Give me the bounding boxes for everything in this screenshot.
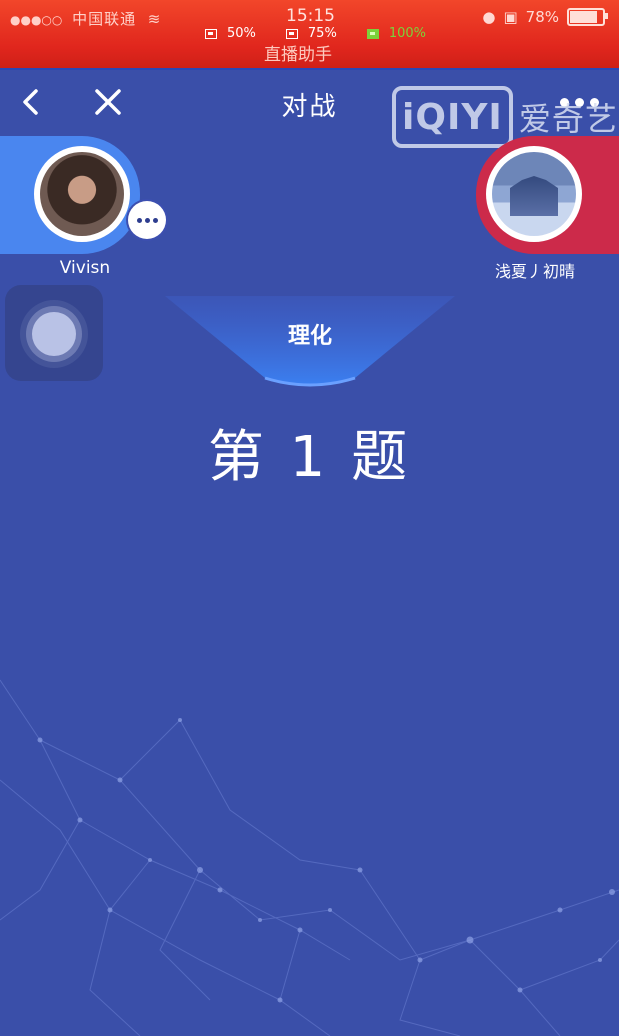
player-right-avatar[interactable]: [486, 146, 582, 242]
player-left-avatar[interactable]: [34, 146, 130, 242]
question-number: 第 1 题: [207, 425, 412, 490]
meter-icon: [205, 28, 217, 39]
app-name: 直播助手: [264, 45, 332, 65]
carrier-info: ●●●○○ 中国联通 ≋: [10, 8, 161, 29]
meter-battery: 100%: [366, 26, 426, 41]
assistive-knob-icon: [32, 312, 76, 356]
meter-icon: [285, 28, 298, 39]
meter-memory: 75%: [285, 26, 337, 41]
meter-cpu: 50%: [205, 26, 256, 41]
floating-assistive-button[interactable]: [5, 285, 103, 381]
battery-icon: [567, 8, 608, 26]
player-left-name: Vivisn: [59, 258, 111, 278]
lock-icon: ●: [482, 8, 496, 26]
chat-bubble-icon[interactable]: [128, 201, 166, 239]
battery-percent: 78%: [525, 8, 559, 26]
iqiyi-logo: iQIYI: [392, 86, 513, 148]
status-time: 15:15: [286, 6, 335, 26]
watermark-text: 爱奇艺: [518, 100, 618, 138]
stream-meters: 50% 75% 100%: [205, 26, 426, 41]
meter-value: 50%: [227, 26, 256, 41]
meter-value: 75%: [307, 26, 337, 41]
status-right: ● ▣ 78%: [482, 8, 608, 26]
wifi-icon: ≋: [141, 10, 162, 28]
subject-label: 理化: [287, 324, 332, 349]
meter-icon: [366, 28, 379, 39]
network-decoration: [0, 679, 619, 1036]
carrier-name: 中国联通: [72, 10, 137, 28]
status-bar: ●●●○○ 中国联通 ≋ 15:15 ● ▣ 78% 50% 75% 100% …: [0, 0, 619, 70]
signal-icon: ●●●○○: [10, 13, 63, 27]
meter-value: 100%: [388, 26, 426, 41]
player-right-name: 浅夏丿初晴: [494, 262, 575, 281]
screen-icon: ▣: [503, 8, 518, 26]
